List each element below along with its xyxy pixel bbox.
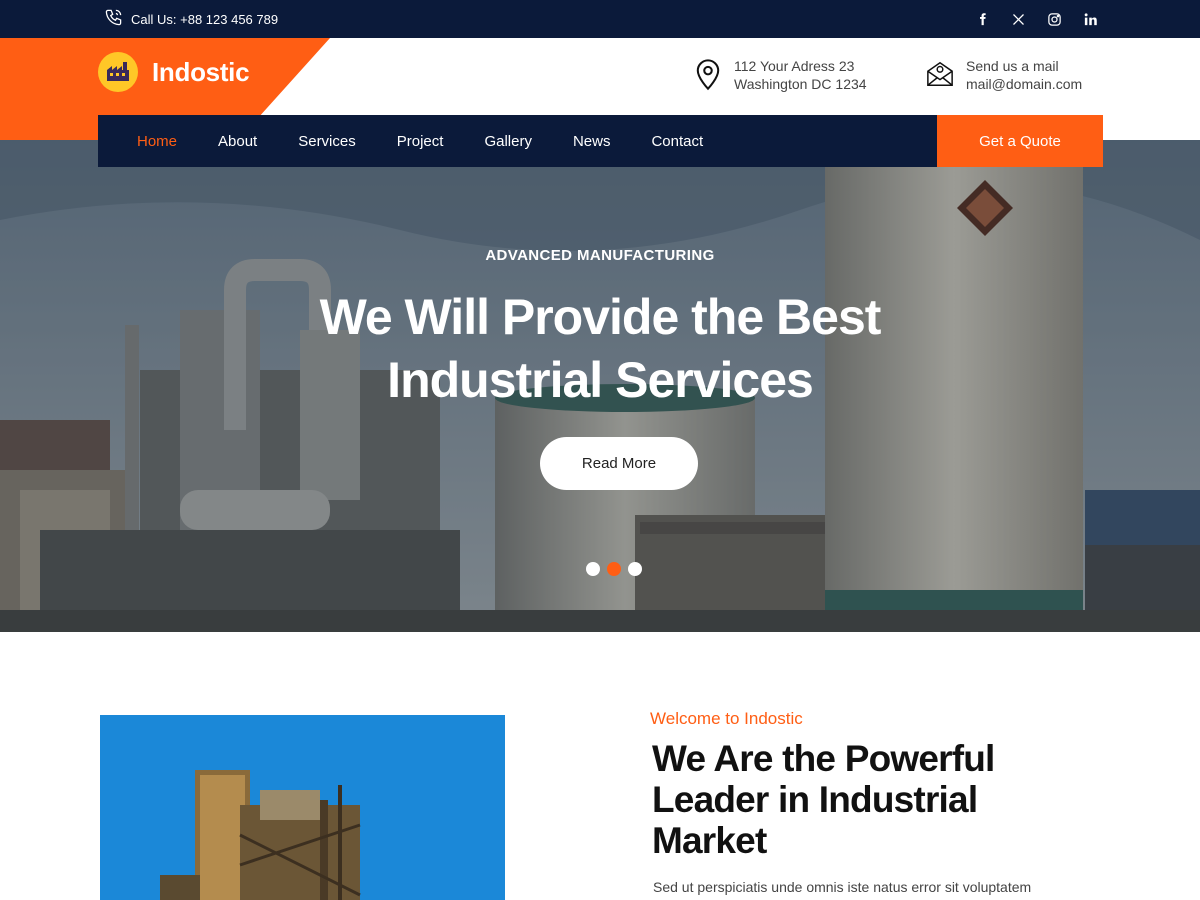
address-info: 112 Your Adress 23 Washington DC 1234: [694, 57, 867, 95]
about-title: We Are the Powerful Leader in Industrial…: [652, 738, 1112, 861]
instagram-icon[interactable]: [1046, 11, 1062, 27]
nav-item-contact[interactable]: Contact: [651, 133, 703, 150]
about-kicker: Welcome to Indostic: [650, 709, 803, 728]
about-image: [100, 715, 505, 900]
slider-dots: [586, 562, 642, 576]
hero-eyebrow: ADVANCED MANUFACTURING: [485, 247, 715, 264]
x-icon[interactable]: [1010, 11, 1026, 27]
nav-item-services[interactable]: Services: [298, 133, 356, 150]
hero-slider: ADVANCED MANUFACTURING We Will Provide t…: [0, 140, 1200, 632]
slider-dot-1[interactable]: [586, 562, 600, 576]
slider-dot-3[interactable]: [628, 562, 642, 576]
call-us[interactable]: Call Us: +88 123 456 789: [104, 0, 278, 38]
location-pin-icon: [694, 57, 722, 95]
get-a-quote-button[interactable]: Get a Quote: [937, 115, 1103, 167]
about-title-line-3: Market: [652, 820, 767, 861]
top-bar: Call Us: +88 123 456 789: [0, 0, 1200, 38]
nav-item-gallery[interactable]: Gallery: [484, 133, 532, 150]
linkedin-icon[interactable]: [1082, 11, 1098, 27]
social-links: [974, 0, 1098, 38]
hero-title: We Will Provide the Best Industrial Serv…: [0, 286, 1200, 412]
mail-label: Send us a mail: [966, 58, 1059, 74]
envelope-icon: [926, 57, 954, 95]
about-title-line-1: We Are the Powerful: [652, 738, 995, 779]
nav-item-home[interactable]: Home: [137, 133, 177, 150]
main-nav: Home About Services Project Gallery News…: [98, 115, 938, 167]
nav-item-about[interactable]: About: [218, 133, 257, 150]
brand-name: Indostic: [152, 56, 250, 87]
nav-item-news[interactable]: News: [573, 133, 611, 150]
facebook-icon[interactable]: [974, 11, 990, 27]
mail-info: Send us a mail mail@domain.com: [926, 57, 1082, 95]
nav-item-project[interactable]: Project: [397, 133, 444, 150]
mail-address[interactable]: mail@domain.com: [966, 75, 1082, 93]
hero-title-line-2: Industrial Services: [387, 352, 814, 408]
about-title-line-2: Leader in Industrial: [652, 779, 978, 820]
address-line-1: 112 Your Adress 23: [734, 58, 855, 74]
address-line-2: Washington DC 1234: [734, 76, 867, 92]
factory-icon: [98, 52, 138, 92]
hero-title-line-1: We Will Provide the Best: [319, 289, 882, 345]
call-text: Call Us: +88 123 456 789: [131, 11, 279, 27]
read-more-button[interactable]: Read More: [540, 437, 698, 490]
about-text: Sed ut perspiciatis unde omnis iste natu…: [653, 879, 1032, 895]
site-logo[interactable]: Indostic: [98, 52, 250, 92]
phone-icon: [104, 8, 123, 30]
slider-dot-2[interactable]: [607, 562, 621, 576]
